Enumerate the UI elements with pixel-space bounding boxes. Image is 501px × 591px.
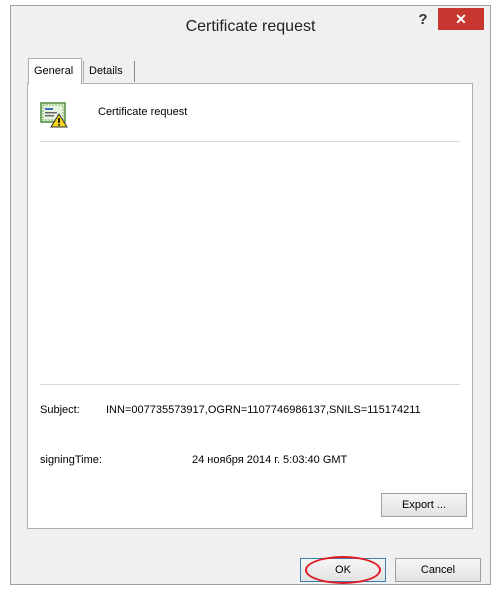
tab-details[interactable]: Details xyxy=(83,61,135,82)
divider xyxy=(40,384,460,385)
certificate-warning-icon xyxy=(40,102,68,128)
close-button[interactable]: ✕ xyxy=(438,8,484,30)
close-icon: ✕ xyxy=(455,11,467,27)
subject-label: Subject: xyxy=(40,404,80,416)
title-bar[interactable]: Certificate request ? ✕ xyxy=(11,6,490,48)
general-panel: Certificate request Subject: INN=0077355… xyxy=(27,83,473,529)
divider xyxy=(40,141,460,142)
cancel-button[interactable]: Cancel xyxy=(395,558,481,582)
ok-button[interactable]: OK xyxy=(300,558,386,582)
help-button[interactable]: ? xyxy=(410,10,436,30)
certificate-dialog: Certificate request ? ✕ General Details … xyxy=(10,5,491,585)
signing-time-value: 24 ноября 2014 г. 5:03:40 GMT xyxy=(192,454,348,466)
signing-time-label: signingTime: xyxy=(40,454,102,466)
subject-value: INN=007735573917,OGRN=1107746986137,SNIL… xyxy=(106,404,421,416)
certificate-heading: Certificate request xyxy=(98,106,188,118)
export-button[interactable]: Export ... xyxy=(381,493,467,517)
tab-general[interactable]: General xyxy=(28,58,82,84)
